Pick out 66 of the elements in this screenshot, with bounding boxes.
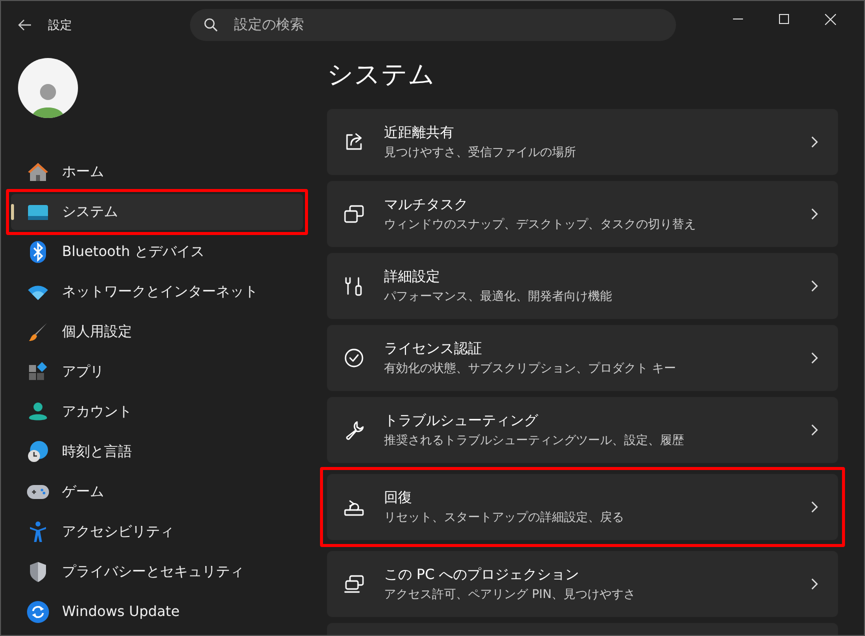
sidebar-item[interactable]: アクセシビリティ [11, 514, 303, 550]
chevron-right-icon [811, 352, 818, 364]
card-title: ライセンス認証 [384, 340, 483, 358]
card-subtitle: リセット、スタートアップの詳細設定、戻る [384, 508, 625, 526]
card-subtitle: 推奨されるトラブルシューティングツール、設定、履歴 [384, 432, 685, 448]
bluetooth-icon [30, 241, 46, 263]
card-title: この PC へのプロジェクション [384, 566, 580, 584]
sidebar-item[interactable]: ゲーム [11, 474, 303, 510]
sync-icon [27, 601, 49, 623]
settings-card[interactable]: 詳細設定 パフォーマンス、最適化、開発者向け機能 [327, 253, 838, 319]
tools-icon [344, 276, 364, 296]
sidebar-item[interactable]: ネットワークとインターネット [11, 274, 303, 310]
sidebar-item[interactable]: アプリ [11, 354, 303, 390]
card-subtitle: 有効化の状態、サブスクリプション、プロダクト キー [384, 360, 677, 376]
person-icon [28, 402, 48, 422]
card-subtitle: アクセス許可、ペアリング PIN、見つけやすさ [384, 586, 637, 602]
sidebar-item[interactable]: システム [11, 194, 303, 230]
card-subtitle: 見つけやすさ、受信ファイルの場所 [384, 144, 577, 160]
sidebar-item[interactable]: アカウント [11, 394, 303, 430]
sidebar-item[interactable]: Bluetooth とデバイス [11, 234, 303, 270]
chevron-right-icon [811, 208, 818, 220]
chevron-right-icon [811, 136, 818, 148]
chevron-right-icon [811, 501, 818, 513]
close-icon[interactable] [825, 14, 836, 24]
sidebar-item[interactable]: 時刻と言語 [11, 434, 303, 470]
share-icon [344, 132, 364, 152]
wrench-icon [344, 420, 364, 440]
chevron-right-icon [811, 280, 818, 292]
settings-card[interactable]: ライセンス認証 有効化の状態、サブスクリプション、プロダクト キー [327, 325, 838, 391]
card-title: トラブルシューティング [384, 412, 540, 430]
sidebar-item[interactable]: 個人用設定 [11, 314, 303, 350]
maximize-icon[interactable] [779, 14, 789, 24]
checkmark-circle-icon [344, 348, 364, 368]
gamepad-icon [27, 485, 49, 499]
settings-card[interactable]: 回復 リセット、スタートアップの詳細設定、戻る [327, 474, 838, 540]
brush-icon [28, 322, 48, 342]
windows-icon [344, 205, 364, 223]
card-subtitle: ウィンドウのスナップ、デスクトップ、タスクの切り替え [384, 216, 697, 232]
card-title: 詳細設定 [384, 268, 441, 286]
settings-card[interactable]: トラブルシューティング 推奨されるトラブルシューティングツール、設定、履歴 [327, 397, 838, 463]
sidebar-item[interactable]: プライバシーとセキュリティ [11, 554, 303, 590]
settings-card[interactable]: この PC へのプロジェクション アクセス許可、ペアリング PIN、見つけやすさ [327, 551, 838, 617]
projection-icon [344, 575, 364, 593]
card-title: 近距離共有 [384, 124, 455, 142]
house-icon [27, 162, 49, 182]
back-arrow-icon[interactable] [18, 19, 32, 31]
apps-icon [28, 362, 48, 382]
sidebar-item[interactable]: ホーム [11, 154, 303, 190]
card-title: マルチタスク [384, 196, 469, 214]
card-subtitle: パフォーマンス、最適化、開発者向け機能 [384, 288, 613, 304]
search-field[interactable]: 設定の検索 [190, 9, 676, 41]
search-icon [204, 18, 218, 32]
chevron-right-icon [811, 424, 818, 436]
wifi-icon [28, 284, 48, 300]
window-title: 設定 [48, 16, 72, 34]
monitor-icon [28, 204, 48, 220]
card-title: 回復 [384, 488, 413, 506]
sidebar-item[interactable]: Windows Update [11, 594, 303, 630]
shield-icon [29, 561, 47, 583]
settings-card[interactable]: 近距離共有 見つけやすさ、受信ファイルの場所 [327, 109, 838, 175]
chevron-right-icon [811, 578, 818, 590]
globe-clock-icon [27, 441, 49, 463]
page-heading: システム [327, 59, 436, 92]
settings-card[interactable]: マルチタスク ウィンドウのスナップ、デスクトップ、タスクの切り替え [327, 181, 838, 247]
search-input[interactable]: 設定の検索 [232, 16, 636, 34]
accessibility-icon [29, 521, 47, 543]
